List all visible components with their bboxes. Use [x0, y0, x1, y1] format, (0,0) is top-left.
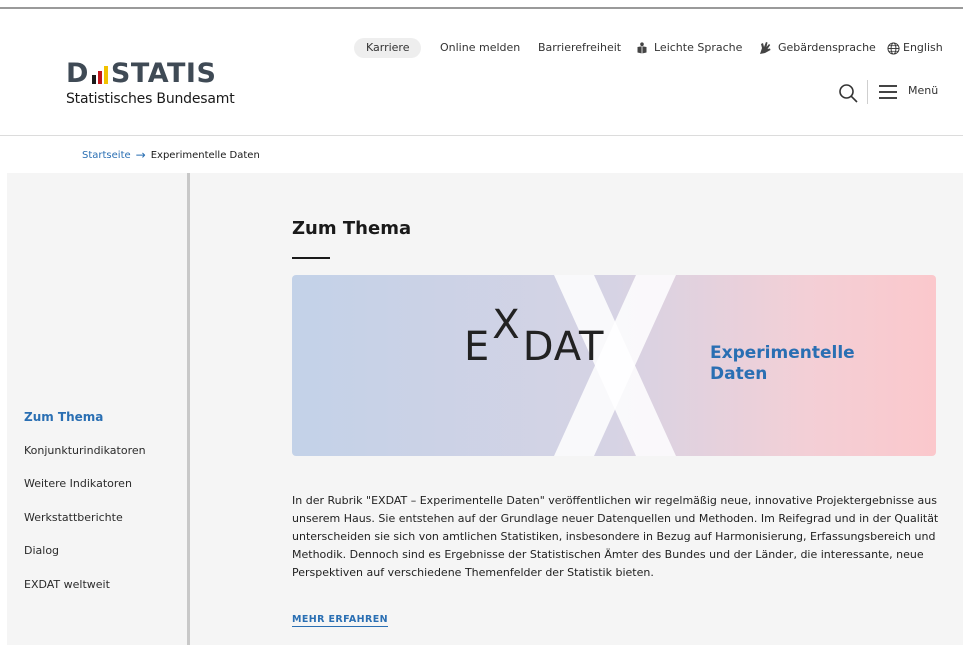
- logo-bars-icon: [91, 66, 108, 84]
- logo-word-statis: STATIS: [110, 58, 217, 89]
- exdat-banner: E X DAT Experimentelle Daten: [292, 275, 936, 456]
- sidebar-item-konjunkturindikatoren[interactable]: Konjunkturindikatoren: [24, 444, 146, 457]
- banner-title: Experimentelle Daten: [710, 343, 855, 384]
- logo-letter-d: D: [66, 58, 89, 89]
- destatis-logo[interactable]: D STATIS Statistisches Bundesamt: [66, 58, 235, 107]
- intro-paragraph: In der Rubrik "EXDAT – Experimentelle Da…: [292, 494, 939, 579]
- sidebar-item-dialog[interactable]: Dialog: [24, 544, 59, 557]
- menu-button-label[interactable]: Menü: [908, 84, 938, 97]
- page-title: Zum Thema: [292, 218, 412, 239]
- title-underline: [292, 257, 330, 259]
- logo-wordmark: D STATIS: [66, 58, 234, 89]
- sign-language-hands-icon: [760, 42, 771, 54]
- mehr-erfahren-link[interactable]: MEHR ERFAHREN: [292, 614, 388, 627]
- hamburger-menu-icon[interactable]: [879, 85, 897, 99]
- nav-online-melden[interactable]: Online melden: [440, 38, 520, 58]
- site-header: D STATIS Statistisches Bundesamt: [0, 9, 963, 136]
- breadcrumb-current: Experimentelle Daten: [150, 149, 260, 161]
- header-separator: [867, 80, 868, 104]
- nav-english[interactable]: English: [887, 38, 943, 58]
- logo-subtitle: Statistisches Bundesamt: [66, 91, 235, 107]
- top-navigation: Karriere Online melden Barrierefreiheit …: [0, 38, 963, 58]
- sidebar-item-exdat-weltweit[interactable]: EXDAT weltweit: [24, 578, 110, 591]
- sidebar-divider: [187, 173, 190, 645]
- exdat-logo: E X DAT: [464, 302, 605, 370]
- sidebar-item-werkstattberichte[interactable]: Werkstattberichte: [24, 511, 123, 524]
- nav-barrierefreiheit[interactable]: Barrierefreiheit: [538, 38, 621, 58]
- leichte-sprache-icon: [637, 42, 647, 54]
- search-icon[interactable]: [838, 83, 858, 103]
- breadcrumb-home-link[interactable]: Startseite: [82, 150, 131, 161]
- breadcrumb: Startseite → Experimentelle Daten: [82, 148, 260, 162]
- nav-gebaerdensprache[interactable]: Gebärdensprache: [758, 38, 876, 58]
- breadcrumb-arrow-icon: →: [135, 148, 146, 162]
- nav-leichte-sprache[interactable]: Leichte Sprache: [636, 38, 742, 58]
- nav-karriere[interactable]: Karriere: [354, 38, 422, 58]
- sidebar-item-zum-thema[interactable]: Zum Thema: [24, 410, 103, 424]
- globe-icon: [887, 41, 900, 55]
- sidebar-item-weitere-indikatoren[interactable]: Weitere Indikatoren: [24, 477, 132, 490]
